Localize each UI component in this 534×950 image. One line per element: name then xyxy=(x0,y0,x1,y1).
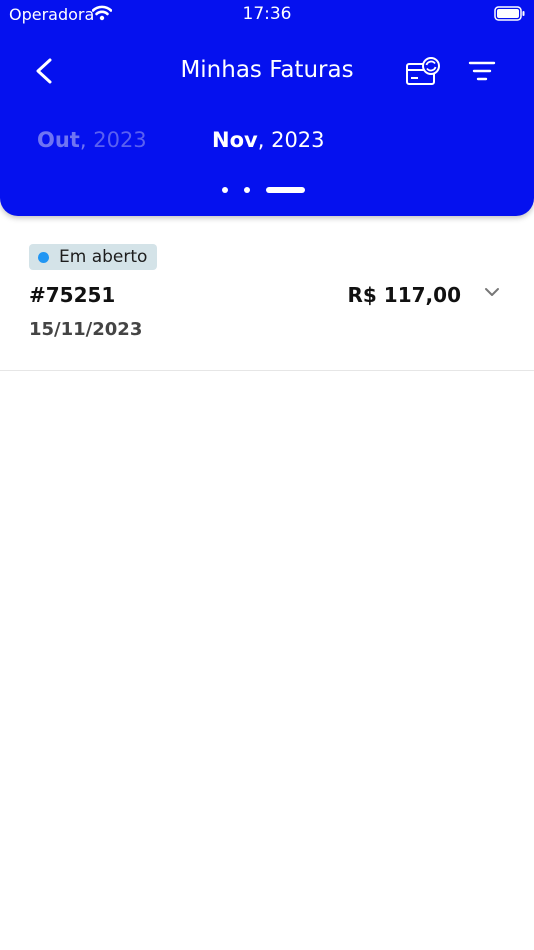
status-dot xyxy=(38,252,49,263)
chevron-down-icon[interactable] xyxy=(484,286,500,298)
page-dot xyxy=(244,187,250,193)
battery-icon xyxy=(494,6,525,21)
invoice-item[interactable]: Em aberto #75251 15/11/2023 R$ 117,00 xyxy=(0,216,534,371)
invoice-date: 15/11/2023 xyxy=(29,319,143,340)
month-name: Out xyxy=(37,128,80,152)
month-year: 2023 xyxy=(271,128,325,152)
month-name: Nov xyxy=(212,128,258,152)
invoice-amount: R$ 117,00 xyxy=(347,283,461,307)
month-item-previous[interactable]: Out, 2023 xyxy=(37,128,147,152)
month-year: 2023 xyxy=(93,128,147,152)
month-separator: , xyxy=(79,128,87,152)
filter-icon[interactable] xyxy=(468,60,496,82)
page-title: Minhas Faturas xyxy=(180,57,354,83)
page-dot xyxy=(222,187,228,193)
page-indicator xyxy=(0,186,534,194)
page-dot-active xyxy=(266,187,305,193)
status-bar: Operadora 17:36 xyxy=(0,0,534,30)
status-badge: Em aberto xyxy=(29,244,158,270)
header: Operadora 17:36 Minhas Faturas Out, 2023 xyxy=(0,0,534,216)
invoice-number: #75251 xyxy=(29,283,116,307)
card-refresh-icon[interactable] xyxy=(404,56,442,88)
month-item-current[interactable]: Nov, 2023 xyxy=(212,128,325,152)
month-separator: , xyxy=(257,128,265,152)
status-label: Em aberto xyxy=(59,247,148,267)
status-time: 17:36 xyxy=(242,4,292,24)
